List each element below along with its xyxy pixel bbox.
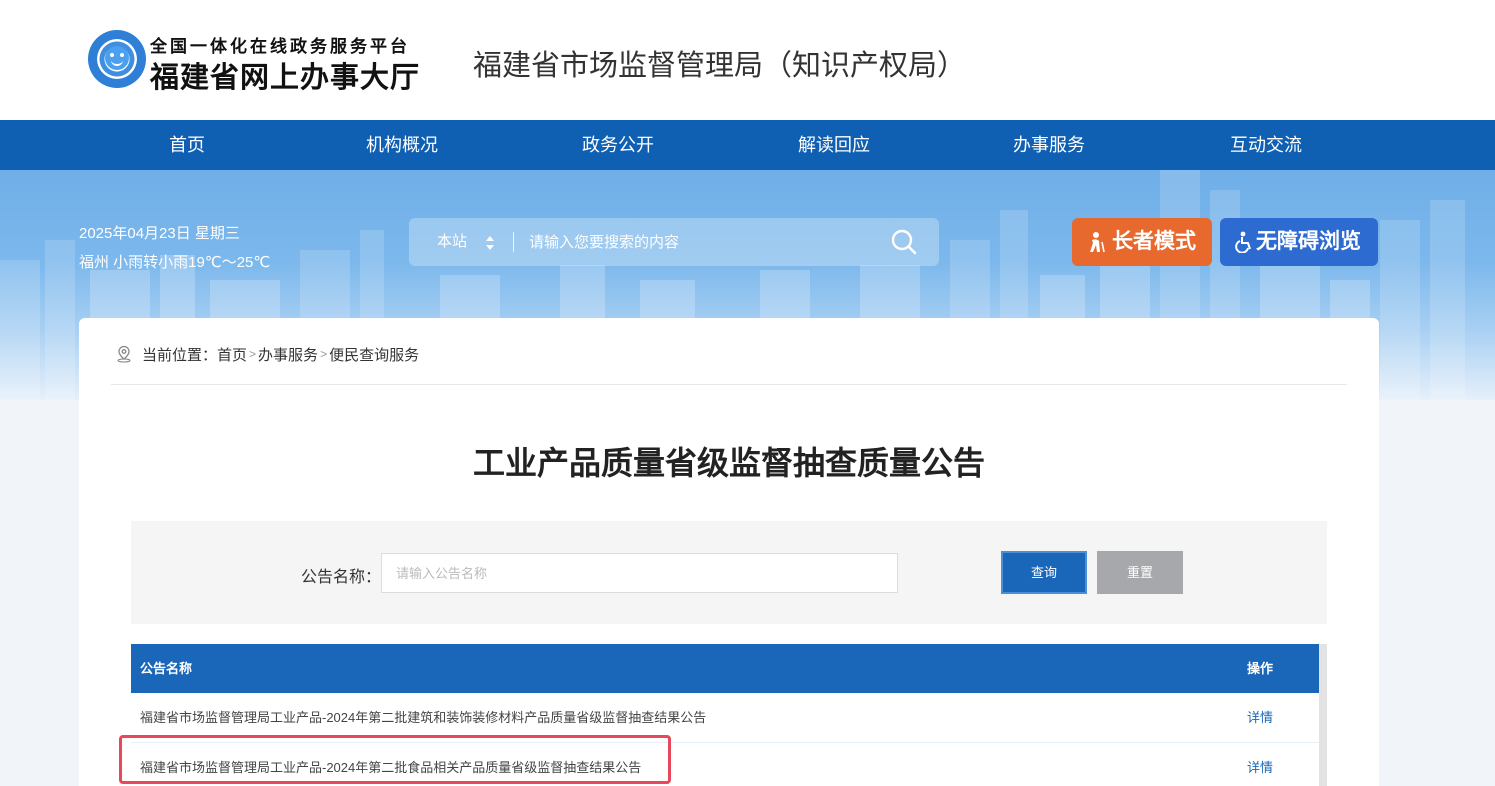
breadcrumb-convenience-query[interactable]: 便民查询服务 [329, 344, 419, 365]
query-button[interactable]: 查询 [1001, 551, 1087, 594]
highlight-box [119, 735, 671, 784]
site-header: 全国一体化在线政务服务平台 福建省网上办事大厅 福建省市场监督管理局（知识产权局… [0, 0, 1495, 120]
logo-hall-name: 福建省网上办事大厅 [150, 62, 421, 94]
table-header: 公告名称 操作 [131, 644, 1319, 693]
search-input[interactable] [521, 224, 871, 260]
nav-item-government-affairs[interactable]: 政务公开 [548, 120, 688, 170]
nav-item-services[interactable]: 办事服务 [979, 120, 1119, 170]
elder-mode-label: 长者模式 [1112, 230, 1196, 253]
page-title: 工业产品质量省级监督抽查质量公告 [472, 445, 985, 481]
elder-mode-button[interactable]: 长者模式 [1072, 218, 1212, 266]
reset-button[interactable]: 重置 [1097, 551, 1183, 594]
elder-person-icon [1090, 232, 1105, 253]
sort-arrows-icon[interactable] [485, 235, 495, 251]
site-search: 本站 [409, 218, 939, 266]
wheelchair-icon [1235, 231, 1251, 253]
logo-emblem-icon [88, 30, 146, 88]
breadcrumb-prefix: 当前位置： [142, 346, 218, 364]
breadcrumb-separator: > [249, 347, 257, 361]
search-icon[interactable] [891, 229, 917, 255]
search-scope-select[interactable]: 本站 [437, 218, 467, 266]
current-date: 2025年04月23日 星期三 [79, 225, 240, 242]
nav-item-home[interactable]: 首页 [117, 120, 257, 170]
details-link[interactable]: 详情 [1247, 693, 1273, 743]
column-header-action: 操作 [1247, 661, 1274, 676]
filter-panel: 公告名称： 查询 重置 [131, 521, 1327, 624]
weather-info: 福州 小雨转小雨19℃～25℃ [79, 254, 271, 271]
search-divider [513, 232, 514, 252]
column-header-name: 公告名称 [140, 661, 193, 676]
breadcrumb-home[interactable]: 首页 [217, 344, 247, 365]
site-title: 福建省市场监督管理局（知识产权局） [473, 50, 967, 82]
main-nav: 首页 机构概况 政务公开 解读回应 办事服务 互动交流 [0, 120, 1495, 170]
content-card: 当前位置： 首页 > 办事服务 > 便民查询服务 工业产品质量省级监督抽查质量公… [79, 318, 1379, 786]
nav-item-organization[interactable]: 机构概况 [332, 120, 472, 170]
table-scrollbar[interactable] [1319, 644, 1327, 786]
breadcrumb: 当前位置： 首页 > 办事服务 > 便民查询服务 [115, 344, 419, 364]
site-logo[interactable]: 全国一体化在线政务服务平台 福建省网上办事大厅 [88, 28, 458, 94]
breadcrumb-services[interactable]: 办事服务 [258, 344, 318, 365]
location-pin-icon [117, 345, 131, 363]
announcement-name-label: 公告名称： [301, 569, 382, 586]
breadcrumb-divider [111, 384, 1347, 385]
details-link[interactable]: 详情 [1247, 743, 1273, 786]
nav-item-interaction[interactable]: 互动交流 [1196, 120, 1336, 170]
nav-item-interpretation[interactable]: 解读回应 [764, 120, 904, 170]
accessible-browsing-label: 无障碍浏览 [1256, 230, 1361, 253]
breadcrumb-separator: > [320, 347, 328, 361]
accessible-browsing-button[interactable]: 无障碍浏览 [1220, 218, 1378, 266]
announcement-name-input[interactable] [381, 553, 898, 593]
